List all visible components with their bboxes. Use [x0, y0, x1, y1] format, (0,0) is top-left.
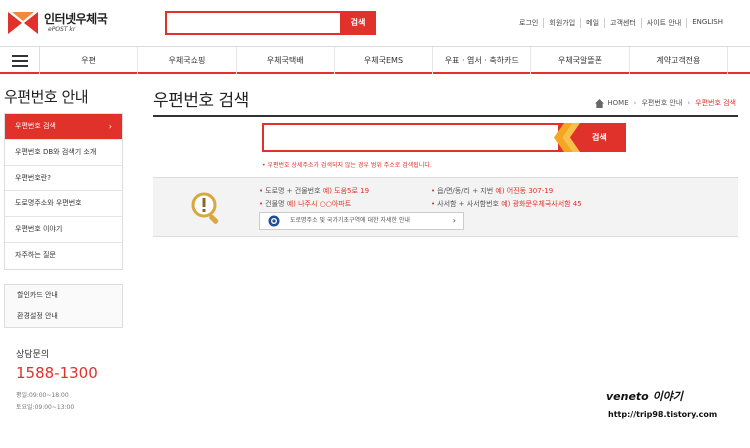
search-notice: • 우편번호 상세주소가 검색되지 않는 경우 범위 주소로 검색됩니다.: [262, 162, 432, 169]
zipcode-search-input[interactable]: [262, 123, 562, 152]
top-search-button[interactable]: 검색: [340, 11, 376, 35]
guide-example-road: • 도로명 + 건물번호 예) 도움5로 19: [259, 187, 370, 195]
guide-example-pobox: • 사서함 + 사서함번호 예) 광화문우체국사서함 45: [431, 200, 582, 208]
sidebar-item-what-is-zipcode[interactable]: 우편번호란?: [5, 166, 122, 192]
guide-example-building: • 건물명 예) 나주시 ○○아파트: [259, 200, 352, 208]
home-icon: [595, 98, 605, 108]
global-nav: 우편 우체국쇼핑 우체국택배 우체국EMS 우표 · 엽서 · 축하카드 우체국…: [0, 46, 750, 74]
page-title: 우편번호 검색: [153, 91, 249, 111]
guide-example: 예) 어진동 307-19: [495, 187, 554, 195]
guide-label: 도로명 + 건물번호: [265, 187, 321, 195]
utility-links: 로그인 회원가입 메일 고객센터 사이트 안내 ENGLISH: [514, 18, 728, 28]
util-link-english[interactable]: ENGLISH: [686, 18, 728, 28]
gnb-menu: 우편 우체국쇼핑 우체국택배 우체국EMS 우표 · 엽서 · 축하카드 우체국…: [40, 47, 728, 74]
guide-label: 건물명: [265, 200, 285, 208]
magnifier-alert-icon: [191, 192, 219, 224]
sidebar-item-faq[interactable]: 자주하는 질문: [5, 243, 122, 269]
gnb-item-ems[interactable]: 우체국EMS: [335, 47, 434, 74]
title-divider: [153, 115, 738, 117]
chevron-right-icon: ›: [452, 216, 456, 225]
road-address-guide-label: 도로명주소 및 국가기초구역에 대한 자세한 안내: [290, 217, 410, 224]
sidebar-item-db-intro[interactable]: 우편번호 DB와 검색기 소개: [5, 140, 122, 166]
seal-icon: [268, 215, 280, 227]
logo-subtitle: ePOST kr: [48, 26, 76, 33]
guide-example: 예) 나주시 ○○아파트: [286, 200, 352, 208]
cs-title: 상담문의: [16, 350, 50, 360]
cs-hours: 평일:09:00~18:00 토요일:09:00~13:00: [16, 390, 74, 414]
cs-phone: 1588-1300: [16, 364, 98, 382]
breadcrumb-zipcode-guide[interactable]: 우편번호 안내: [641, 98, 682, 108]
util-link-mail[interactable]: 메일: [580, 18, 604, 28]
sidebar-title: 우편번호 안내: [4, 88, 89, 106]
logo-mark-icon: [8, 12, 38, 34]
guide-label: 사서함 + 사서함번호: [437, 200, 499, 208]
util-link-signup[interactable]: 회원가입: [543, 18, 580, 28]
guide-example: 예) 광화문우체국사서함 45: [501, 200, 582, 208]
top-header: 인터넷우체국 ePOST kr 검색 로그인 회원가입 메일 고객센터 사이트 …: [0, 0, 750, 44]
sidebar-extra-menu: 할인카드 안내 환경설정 안내: [4, 284, 123, 328]
gnb-item-mail[interactable]: 우편: [40, 47, 139, 74]
sidebar-item-label: 우편번호 검색: [15, 122, 56, 130]
guide-example: 예) 도움5로 19: [322, 187, 370, 195]
guide-label: 읍/면/동/리 + 지번: [437, 187, 494, 195]
zipcode-search-button[interactable]: 검색: [554, 123, 626, 152]
chevron-right-icon: ›: [633, 99, 637, 107]
epost-logo[interactable]: 인터넷우체국 ePOST kr: [8, 10, 128, 36]
util-link-customer-center[interactable]: 고객센터: [604, 18, 641, 28]
chevron-double-left-icon: [554, 123, 580, 152]
guide-example-lot: • 읍/면/동/리 + 지번 예) 어진동 307-19: [431, 187, 554, 195]
road-address-guide-button[interactable]: 도로명주소 및 국가기초구역에 대한 자세한 안내 ›: [259, 212, 464, 230]
util-link-login[interactable]: 로그인: [514, 18, 543, 28]
sidebar-menu: 우편번호 검색 › 우편번호 DB와 검색기 소개 우편번호란? 도로명주소와 …: [4, 113, 123, 270]
breadcrumb: HOME › 우편번호 안내 › 우편번호 검색: [595, 98, 736, 108]
breadcrumb-home[interactable]: HOME: [607, 99, 628, 107]
gnb-item-stamps[interactable]: 우표 · 엽서 · 축하카드: [433, 47, 532, 74]
sidebar-item-settings[interactable]: 환경설정 안내: [5, 306, 122, 327]
watermark-url: http://trip98.tistory.com: [608, 410, 718, 419]
guide-right-column: • 읍/면/동/리 + 지번 예) 어진동 307-19 • 사서함 + 사서함번호…: [431, 185, 582, 211]
gnb-item-mobile[interactable]: 우체국알뜰폰: [531, 47, 630, 74]
watermark-title: veneto 이야기: [606, 390, 683, 403]
guide-left-column: • 도로명 + 건물번호 예) 도움5로 19 • 건물명 예) 나주시 ○○아파트: [259, 185, 369, 211]
chevron-right-icon: ›: [108, 122, 112, 131]
chevron-right-icon: ›: [687, 99, 691, 107]
menu-icon[interactable]: [0, 47, 40, 74]
logo-title: 인터넷우체국: [44, 12, 108, 26]
gnb-item-shopping[interactable]: 우체국쇼핑: [138, 47, 237, 74]
sidebar-item-discount-card[interactable]: 할인카드 안내: [5, 285, 122, 306]
cs-hours-saturday: 토요일:09:00~13:00: [16, 404, 75, 411]
sidebar-item-zipcode-story[interactable]: 우편번호 이야기: [5, 217, 122, 243]
gnb-item-parcel[interactable]: 우체국택배: [237, 47, 335, 74]
gnb-item-contract[interactable]: 계약고객전용: [630, 47, 728, 74]
sidebar-item-zipcode-search[interactable]: 우편번호 검색 ›: [5, 114, 122, 140]
search-guide: • 도로명 + 건물번호 예) 도움5로 19 • 건물명 예) 나주시 ○○아파트…: [153, 177, 738, 237]
cs-hours-weekday: 평일:09:00~18:00: [16, 392, 69, 399]
search-button-label: 검색: [592, 133, 607, 142]
util-link-site-guide[interactable]: 사이트 안내: [640, 18, 686, 28]
breadcrumb-current: 우편번호 검색: [695, 99, 736, 107]
sidebar-item-road-address[interactable]: 도로명주소와 우편번호: [5, 191, 122, 218]
